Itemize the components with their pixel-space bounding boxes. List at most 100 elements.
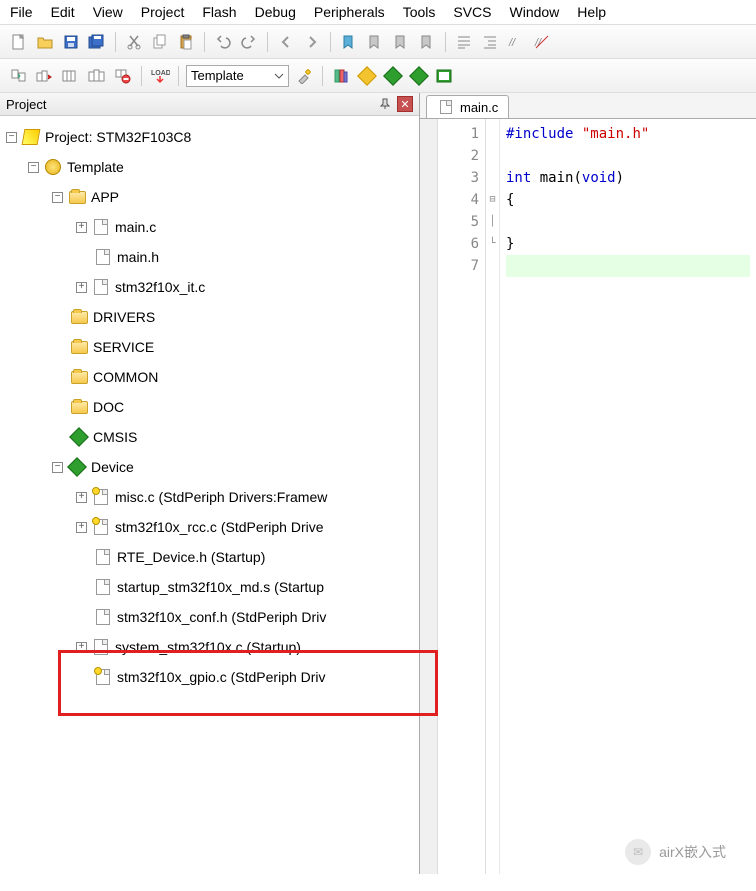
menu-peripherals[interactable]: Peripherals xyxy=(314,4,385,20)
bookmark-icon[interactable] xyxy=(338,31,360,53)
new-file-icon[interactable] xyxy=(8,31,30,53)
menu-view[interactable]: View xyxy=(93,4,123,20)
bookmark-prev-icon[interactable] xyxy=(364,31,386,53)
nav-back-icon[interactable] xyxy=(275,31,297,53)
tree-folder[interactable]: DRIVERS xyxy=(2,302,417,332)
folder-icon xyxy=(70,339,88,355)
tree-file[interactable]: + system_stm32f10x.c (Startup) xyxy=(2,632,417,662)
batch-build-icon[interactable] xyxy=(86,65,108,87)
pack-installer-icon[interactable] xyxy=(408,65,430,87)
tree-file[interactable]: + misc.c (StdPeriph Drivers:Framew xyxy=(2,482,417,512)
panel-header: Project ✕ xyxy=(0,93,419,116)
tree-file[interactable]: + stm32f10x_rcc.c (StdPeriph Drive xyxy=(2,512,417,542)
expand-icon[interactable]: + xyxy=(76,282,87,293)
save-icon[interactable] xyxy=(60,31,82,53)
tree-label: Device xyxy=(91,459,134,475)
menu-svcs[interactable]: SVCS xyxy=(453,4,491,20)
target-combo-label: Template xyxy=(191,68,244,83)
tree-folder[interactable]: DOC xyxy=(2,392,417,422)
uncomment-icon[interactable]: // xyxy=(531,31,553,53)
comment-icon[interactable]: // xyxy=(505,31,527,53)
paste-icon[interactable] xyxy=(175,31,197,53)
editor-tabs: main.c xyxy=(420,93,756,119)
fold-toggle-icon[interactable]: ⊟ xyxy=(486,189,499,211)
tree-label: DRIVERS xyxy=(93,309,155,325)
collapse-icon[interactable]: − xyxy=(52,462,63,473)
component-icon xyxy=(70,428,88,446)
collapse-icon[interactable]: − xyxy=(6,132,17,143)
expand-icon[interactable]: + xyxy=(76,222,87,233)
target-icon xyxy=(44,159,62,175)
copy-icon[interactable] xyxy=(149,31,171,53)
indent-icon[interactable] xyxy=(453,31,475,53)
menu-debug[interactable]: Debug xyxy=(255,4,296,20)
target-combo[interactable]: Template xyxy=(186,65,289,87)
manage-books-icon[interactable] xyxy=(330,65,352,87)
file-icon xyxy=(94,549,112,565)
tree-cmsis[interactable]: CMSIS xyxy=(2,422,417,452)
save-all-icon[interactable] xyxy=(86,31,108,53)
line-gutter: 1 2 3 4 5 6 7 xyxy=(438,119,486,874)
tree-label: stm32f10x_rcc.c (StdPeriph Drive xyxy=(115,519,324,535)
panel-close-button[interactable]: ✕ xyxy=(397,96,413,112)
tree-file[interactable]: startup_stm32f10x_md.s (Startup xyxy=(2,572,417,602)
download-icon[interactable]: LOAD xyxy=(149,65,171,87)
tree-project-root[interactable]: − Project: STM32F103C8 xyxy=(2,122,417,152)
tree-folder-app[interactable]: − APP xyxy=(2,182,417,212)
collapse-icon[interactable]: − xyxy=(28,162,39,173)
tree-file[interactable]: main.h xyxy=(2,242,417,272)
redo-icon[interactable] xyxy=(238,31,260,53)
build-icon[interactable] xyxy=(34,65,56,87)
tree-file[interactable]: RTE_Device.h (Startup) xyxy=(2,542,417,572)
manage-components-icon[interactable] xyxy=(356,65,378,87)
file-key-icon xyxy=(92,519,110,535)
tree-file[interactable]: + stm32f10x_it.c xyxy=(2,272,417,302)
svg-text://: // xyxy=(508,37,516,49)
tree-device[interactable]: − Device xyxy=(2,452,417,482)
menu-flash[interactable]: Flash xyxy=(202,4,236,20)
menu-help[interactable]: Help xyxy=(577,4,606,20)
manage-rte-icon[interactable] xyxy=(434,65,456,87)
outdent-icon[interactable] xyxy=(479,31,501,53)
tab-label: main.c xyxy=(460,100,498,115)
options-icon[interactable] xyxy=(293,65,315,87)
menu-file[interactable]: File xyxy=(10,4,33,20)
translate-icon[interactable] xyxy=(8,65,30,87)
collapse-icon[interactable]: − xyxy=(52,192,63,203)
tree-label: stm32f10x_it.c xyxy=(115,279,205,295)
menu-window[interactable]: Window xyxy=(510,4,560,20)
select-packs-icon[interactable] xyxy=(382,65,404,87)
expand-icon[interactable]: + xyxy=(76,492,87,503)
rebuild-icon[interactable] xyxy=(60,65,82,87)
nav-forward-icon[interactable] xyxy=(301,31,323,53)
code-area[interactable]: #include "main.h" int main(void) { } xyxy=(500,119,756,874)
bookmark-clear-icon[interactable] xyxy=(416,31,438,53)
tree-file[interactable]: stm32f10x_gpio.c (StdPeriph Driv xyxy=(2,662,417,692)
expand-icon[interactable]: + xyxy=(76,642,87,653)
fold-gutter[interactable]: ⊟ │└ xyxy=(486,119,500,874)
pin-icon[interactable] xyxy=(377,96,393,112)
tree-label: DOC xyxy=(93,399,124,415)
undo-icon[interactable] xyxy=(212,31,234,53)
menu-project[interactable]: Project xyxy=(141,4,185,20)
tree-folder[interactable]: COMMON xyxy=(2,362,417,392)
bookmark-next-icon[interactable] xyxy=(390,31,412,53)
tree-label: APP xyxy=(91,189,119,205)
stop-build-icon[interactable] xyxy=(112,65,134,87)
tree-label: main.h xyxy=(117,249,159,265)
menu-tools[interactable]: Tools xyxy=(403,4,436,20)
tree-file[interactable]: + main.c xyxy=(2,212,417,242)
tree-folder[interactable]: SERVICE xyxy=(2,332,417,362)
editor-body[interactable]: 1 2 3 4 5 6 7 ⊟ │└ #include "main.h" int… xyxy=(420,119,756,874)
open-icon[interactable] xyxy=(34,31,56,53)
cut-icon[interactable] xyxy=(123,31,145,53)
expand-icon[interactable]: + xyxy=(76,522,87,533)
folder-icon xyxy=(68,189,86,205)
toolbar-build: LOAD Template xyxy=(0,59,756,93)
tree-file[interactable]: stm32f10x_conf.h (StdPeriph Driv xyxy=(2,602,417,632)
tree-target[interactable]: − Template xyxy=(2,152,417,182)
watermark: ✉ airX嵌入式 xyxy=(625,839,726,865)
menu-edit[interactable]: Edit xyxy=(51,4,75,20)
editor-tab-main[interactable]: main.c xyxy=(426,95,509,118)
folder-icon xyxy=(70,399,88,415)
